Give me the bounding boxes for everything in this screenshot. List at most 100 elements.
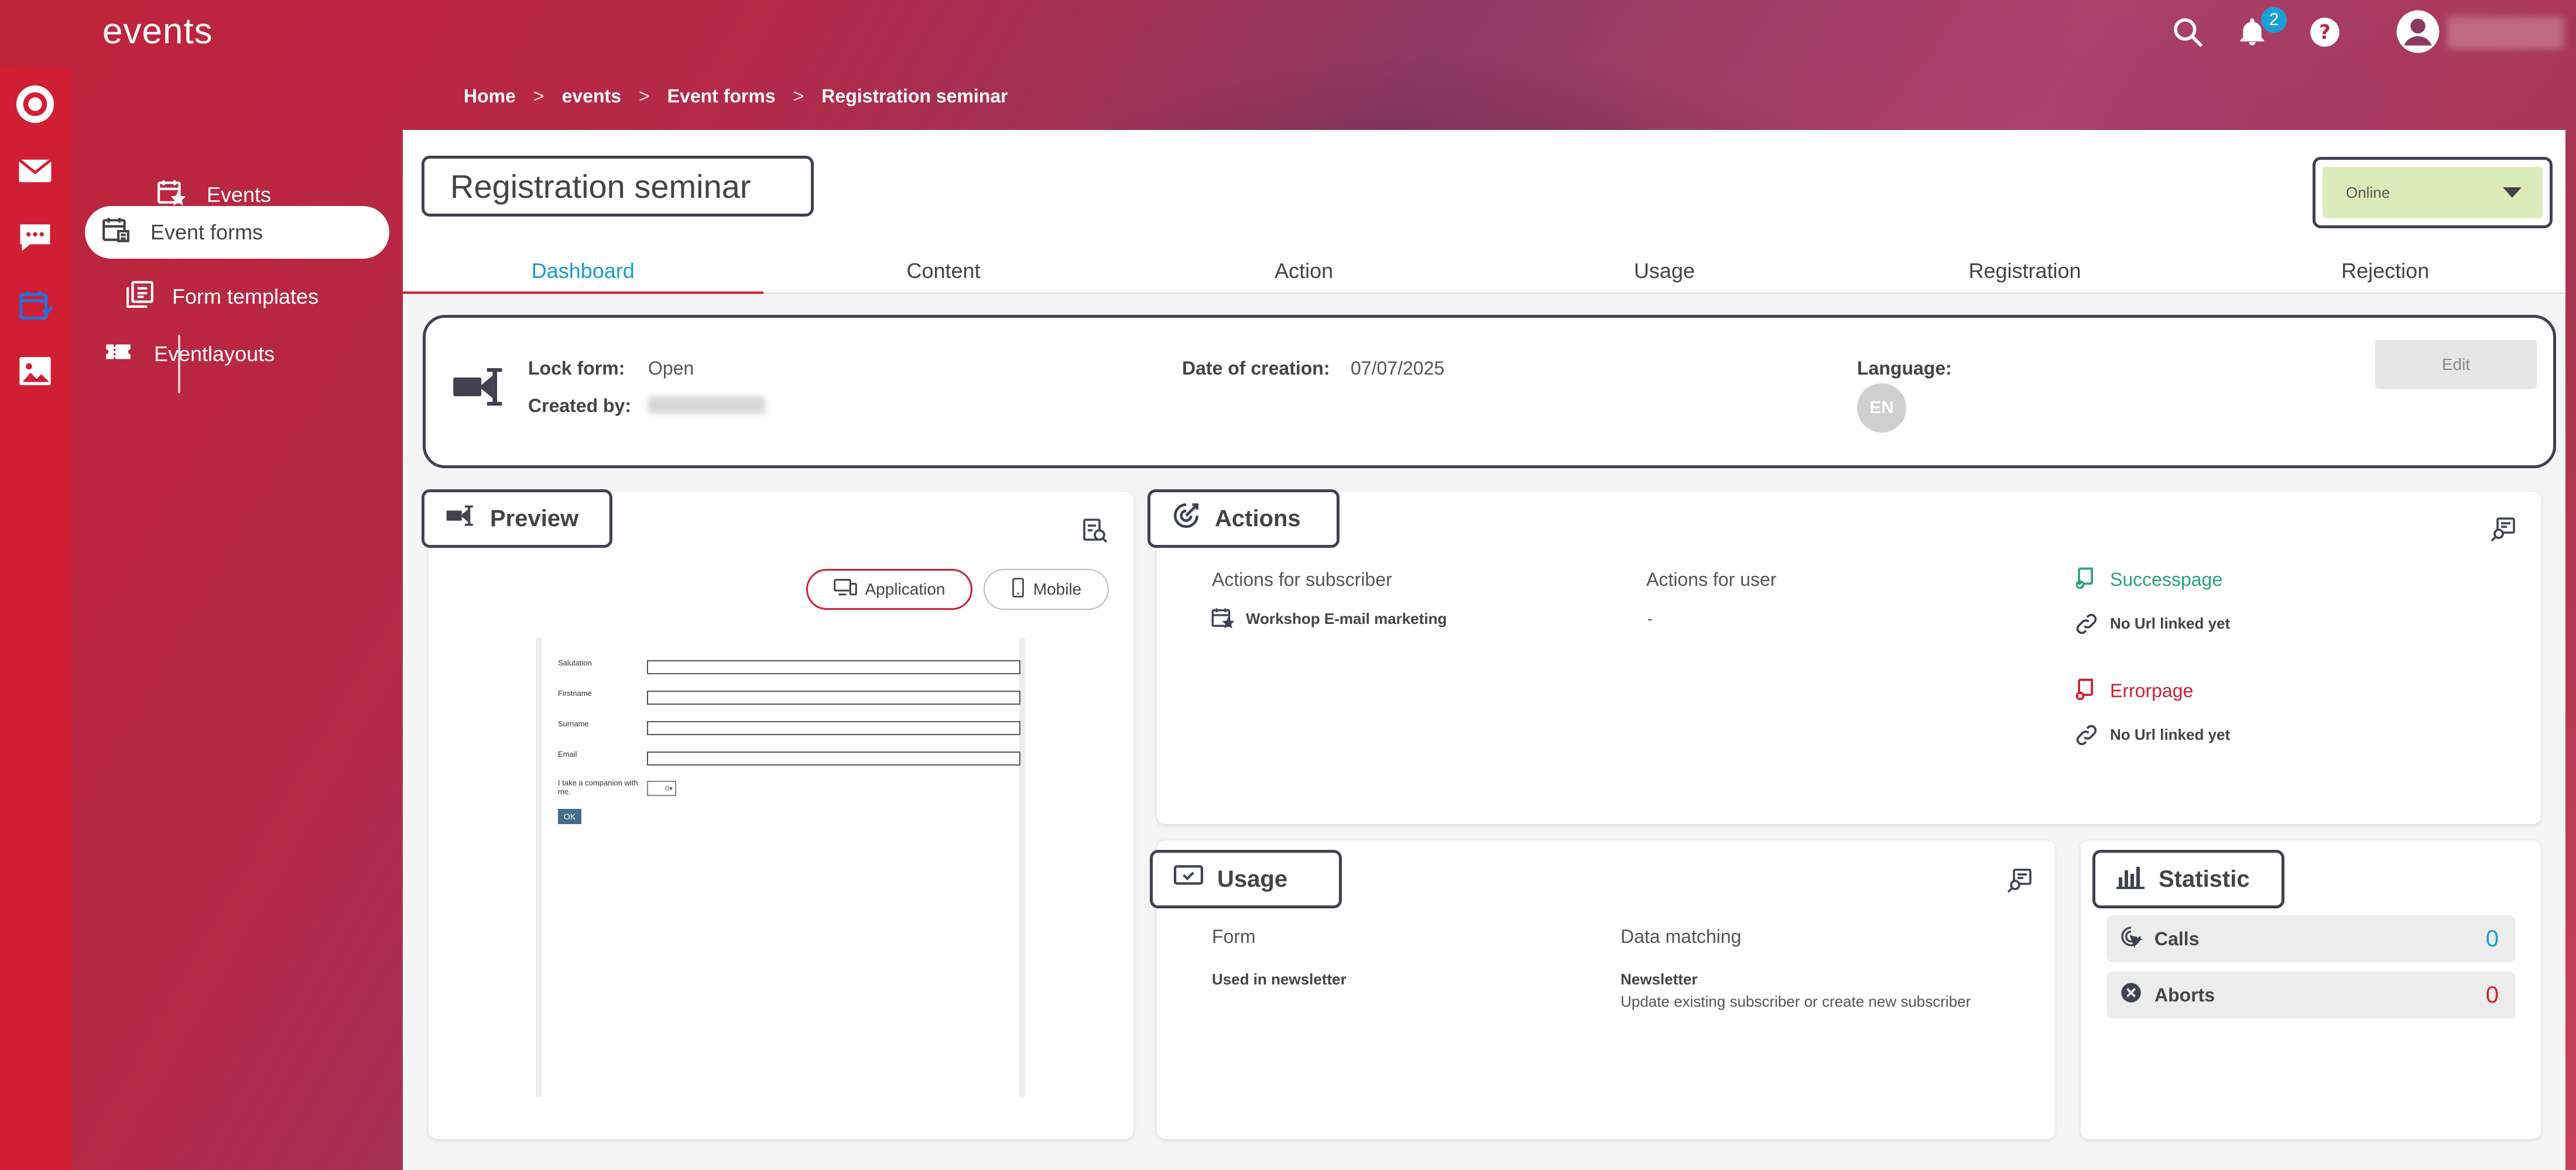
cursor-click-icon [2119,925,2143,953]
calendar-form-icon [101,215,131,250]
form-info-box: Lock form: Open Created by: Date of crea… [423,315,2556,468]
created-by-value [648,396,765,414]
user-name[interactable] [2447,16,2564,49]
breadcrumb-events[interactable]: events [562,85,621,107]
events-icon[interactable] [12,282,59,329]
help-icon[interactable]: ? [2304,12,2345,53]
language-label: Language: [1857,358,1952,379]
sms-icon[interactable] [12,214,59,261]
errorpage-label[interactable]: Errorpage [2110,680,2193,702]
breadcrumb-event-forms[interactable]: Event forms [667,85,776,107]
svg-text:?: ? [2319,20,2331,43]
tab-content[interactable]: Content [763,247,1124,293]
preview-field-input [647,691,1020,705]
stat-calls-value: 0 [2485,925,2499,952]
preview-field-input [647,721,1020,735]
edit-button[interactable]: Edit [2375,340,2537,389]
tab-rejection[interactable]: Rejection [2205,247,2565,293]
success-page-icon [2074,565,2099,594]
status-select[interactable]: Online [2322,167,2543,218]
preview-companion-select: 0 ▾ [647,781,676,796]
tab-usage[interactable]: Usage [1484,247,1845,293]
notification-badge: 2 [2261,7,2287,33]
card-title-text: Statistic [2159,866,2250,892]
successpage-label[interactable]: Successpage [2110,569,2222,591]
errorpage-url: No Url linked yet [2110,726,2231,743]
chevron-right-icon: > [638,85,650,107]
image-icon[interactable] [12,348,59,394]
sidebar-item-label: Eventlayouts [154,342,275,366]
usage-form-value: Used in newsletter [1212,970,1347,988]
form-preview-frame: Salutation Firstname Surname Email I tak… [536,638,1025,1097]
page-title[interactable]: Registration seminar [422,156,814,217]
tab-dashboard[interactable]: Dashboard [403,247,763,294]
stat-aborts-label: Aborts [2154,984,2215,1006]
target-icon [1171,501,1201,536]
mail-icon[interactable] [12,147,59,194]
usage-matching-desc: Update existing subscriber or create new… [1621,993,1971,1010]
close-circle-icon [2119,981,2143,1009]
application-label: Application [865,580,946,598]
sidebar-item-label: Form templates [172,284,319,308]
user-avatar-icon[interactable] [2395,8,2441,55]
sidebar-item-eventlayouts[interactable]: Eventlayouts [104,328,275,380]
error-page-icon [2074,677,2099,705]
sidebar-item-label: Events [207,183,272,207]
usage-matching-header: Data matching [1621,926,1742,947]
logo-icon[interactable] [12,81,59,128]
monitor-check-icon [1174,863,1203,895]
actions-subscriber-header: Actions for subscriber [1212,569,1392,590]
mobile-icon [1011,577,1025,602]
date-of-creation-value: 07/07/2025 [1351,358,1445,379]
link-icon [2074,722,2099,751]
usage-card-title: Usage [1150,850,1342,908]
form-camera-icon [451,363,508,413]
stat-calls-label: Calls [2154,928,2200,949]
sidebar-item-form-templates[interactable]: Form templates [125,270,318,323]
application-view-button[interactable]: Application [806,569,972,610]
breadcrumb-current: Registration seminar [821,85,1008,107]
preview-card-title: Preview [422,489,612,548]
search-icon[interactable] [2167,12,2208,53]
stat-aborts-value: 0 [2485,982,2499,1008]
status-dropdown[interactable]: Online [2313,157,2553,228]
preview-field-label: Email [558,750,577,759]
preview-field-label: Salutation [558,658,592,667]
tab-registration[interactable]: Registration [1845,247,2205,293]
edit-details-icon[interactable] [2487,513,2520,545]
language-badge: EN [1857,383,1906,433]
status-value: Online [2346,183,2390,201]
chevron-right-icon: > [533,85,544,107]
sidebar-nav: Events Event forms Form templates Eventl… [71,68,401,1170]
preview-field-input [647,660,1020,674]
usage-card: Usage Form Data matching Used in newslet… [1150,840,2055,1139]
tab-bar: Dashboard Content Action Usage Registrat… [403,247,2565,294]
card-title-text: Preview [490,505,579,531]
mobile-view-button[interactable]: Mobile [984,569,1109,610]
page-header: Registration seminar Online Dashboard Co… [403,130,2565,294]
bar-chart-icon [2116,863,2145,895]
top-bar: events 2 ? [0,0,2576,68]
preview-field-label: Firstname [558,689,592,698]
tab-action[interactable]: Action [1123,247,1484,293]
preview-companion-label: I take a companion with me. [558,778,638,796]
date-of-creation-label: Date of creation: [1182,358,1330,379]
card-title-text: Usage [1217,866,1288,892]
subscriber-action-item[interactable]: Workshop E-mail marketing [1246,610,1447,628]
app-title: events [102,11,213,52]
monitor-icon [833,578,857,602]
preview-field-label: Surname [558,719,589,728]
sidebar-item-label: Event forms [150,220,263,244]
preview-card: Preview Application Mobile Salutation Fi… [422,489,1133,1139]
preview-zoom-icon[interactable] [1078,514,1111,547]
mobile-label: Mobile [1033,580,1082,598]
actions-card-title: Actions [1147,489,1340,548]
breadcrumb-home[interactable]: Home [464,85,516,107]
sidebar-item-event-forms[interactable]: Event forms [85,206,389,259]
statistic-card: Statistic Calls 0 Aborts 0 [2081,840,2541,1139]
edit-details-icon[interactable] [2003,864,2036,897]
actions-user-header: Actions for user [1646,569,1777,590]
stat-aborts-row: Aborts 0 [2106,972,2515,1018]
main-panel: Registration seminar Online Dashboard Co… [403,130,2565,1170]
lock-form-value: Open [648,358,694,379]
